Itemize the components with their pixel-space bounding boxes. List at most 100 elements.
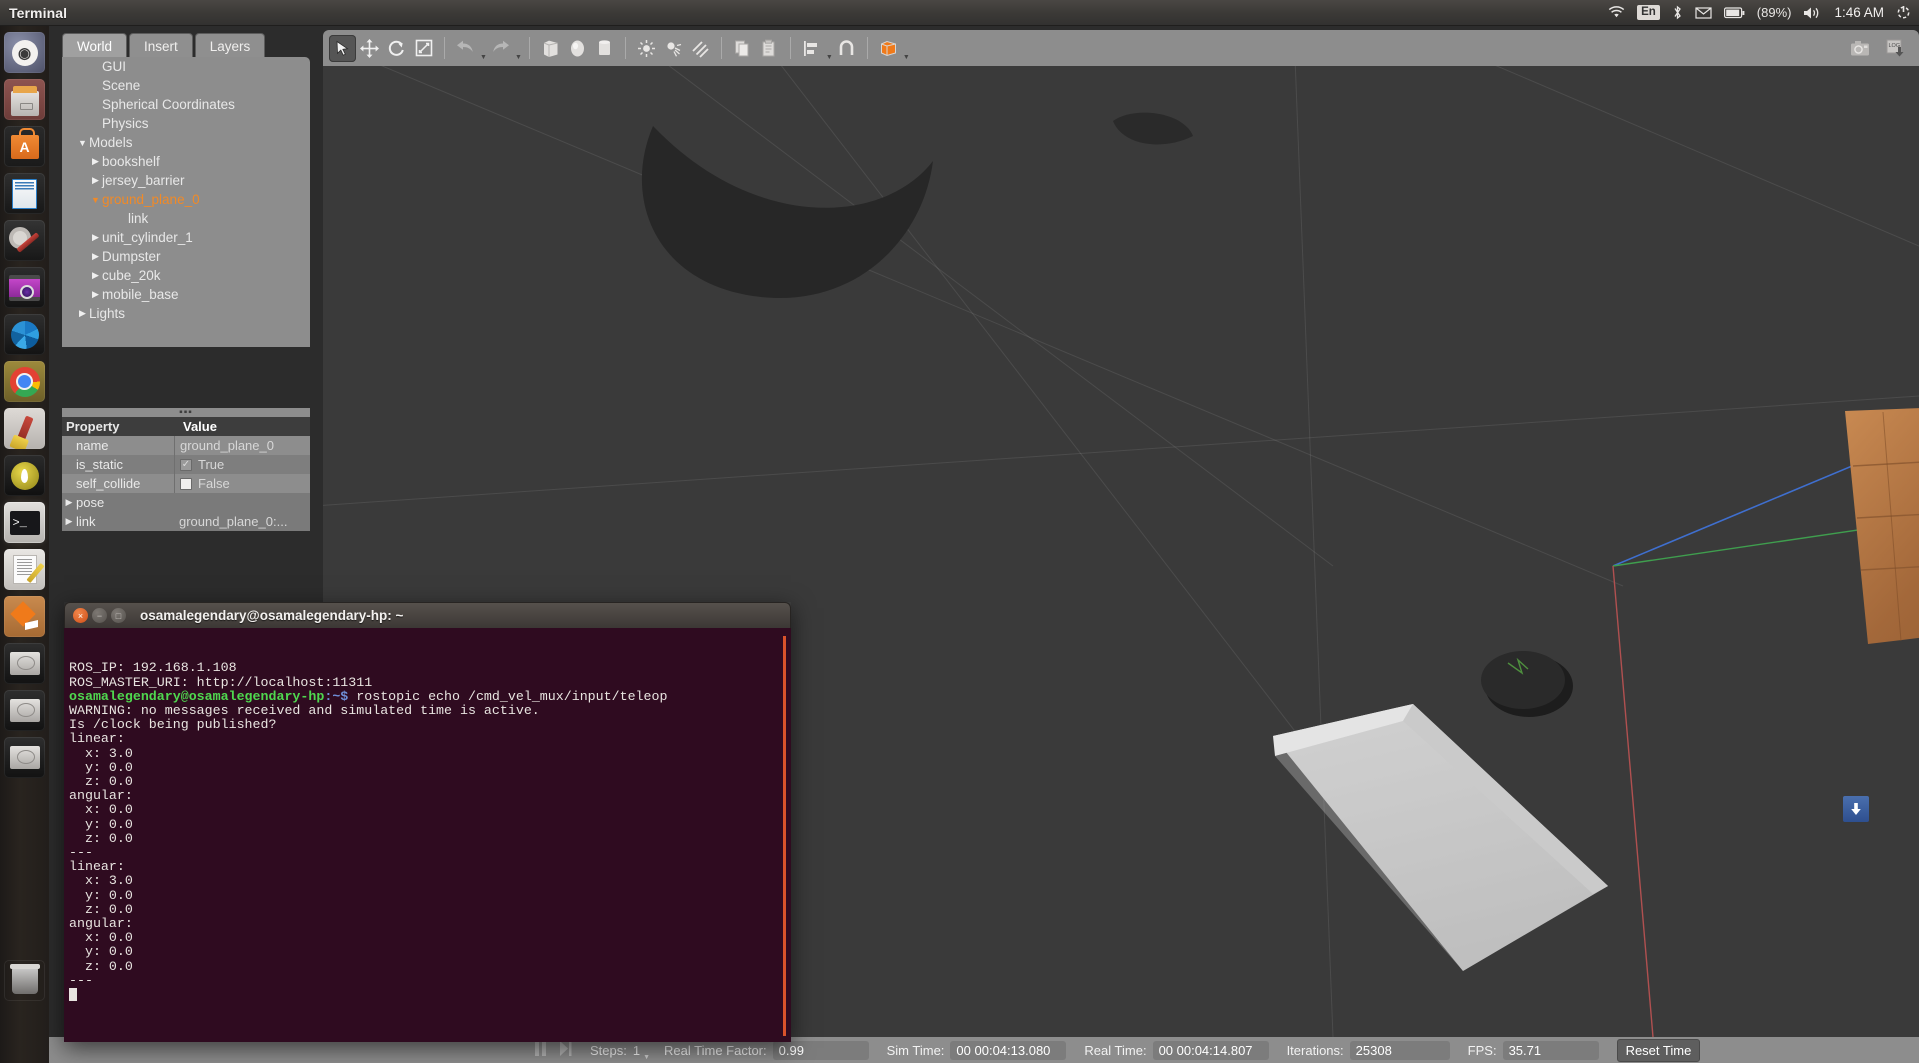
paste-icon[interactable] <box>756 35 783 62</box>
redo-history-caret-icon[interactable]: ▼ <box>515 54 522 66</box>
expand-arrow-icon[interactable]: ▶ <box>89 289 102 300</box>
launcher-item-gmount-iso[interactable] <box>4 455 45 496</box>
panel-splitter-handle[interactable]: ▪▪▪ <box>62 407 310 418</box>
tree-item-jersey-barrier[interactable]: ▶ jersey_barrier <box>62 171 310 190</box>
tree-item-physics[interactable]: Physics <box>62 114 310 133</box>
download-arrow-icon[interactable] <box>1843 796 1869 822</box>
expand-arrow-icon[interactable]: ▶ <box>89 251 102 262</box>
launcher-item-disk-1[interactable] <box>4 643 45 684</box>
undo-icon[interactable] <box>452 35 479 62</box>
collapse-arrow-icon[interactable]: ▼ <box>76 138 89 148</box>
keyboard-layout-indicator[interactable]: En <box>1637 5 1660 20</box>
copy-icon[interactable] <box>729 35 756 62</box>
checkbox-self_collide[interactable] <box>180 477 192 490</box>
steps-caret-icon[interactable]: ▼ <box>643 1054 650 1063</box>
expand-arrow-icon[interactable]: ▶ <box>62 516 76 527</box>
terminal-output[interactable]: ROS_IP: 192.168.1.108 ROS_MASTER_URI: htt… <box>64 628 791 1042</box>
terminal-titlebar[interactable]: × − □ osamalegendary@osamalegendary-hp: … <box>64 602 791 628</box>
expand-arrow-icon[interactable]: ▶ <box>89 156 102 167</box>
battery-icon[interactable] <box>1723 6 1745 19</box>
pause-icon[interactable] <box>534 1041 547 1059</box>
tree-item-models[interactable]: ▼ Models <box>62 133 310 152</box>
clock-indicator[interactable]: 1:46 AM <box>1834 5 1884 20</box>
maximize-icon[interactable]: □ <box>111 608 126 623</box>
expand-arrow-icon[interactable]: ▶ <box>89 232 102 243</box>
property-value[interactable]: ground_plane_0:... <box>174 512 310 531</box>
launcher-item-system-tools[interactable] <box>4 220 45 261</box>
launcher-item-gazebo[interactable] <box>4 596 45 637</box>
panel-app-title[interactable]: Terminal <box>9 5 67 21</box>
step-icon[interactable] <box>559 1041 572 1059</box>
launcher-item-terminal[interactable]: >_ <box>4 502 45 543</box>
insert-cylinder-icon[interactable] <box>591 35 618 62</box>
close-icon[interactable]: × <box>73 608 88 623</box>
expand-arrow-icon[interactable]: ▶ <box>89 175 102 186</box>
screenshot-icon[interactable] <box>1847 35 1874 62</box>
world-tree[interactable]: GUI Scene Spherical Coordinates Physics ▼ Mod… <box>62 57 310 347</box>
property-row[interactable]: name ground_plane_0 <box>62 436 310 455</box>
tree-item-dumpster[interactable]: ▶ Dumpster <box>62 247 310 266</box>
collapse-arrow-icon[interactable]: ▼ <box>89 195 102 205</box>
minimize-icon[interactable]: − <box>92 608 107 623</box>
launcher-item-software-center[interactable]: A <box>4 126 45 167</box>
tab-world[interactable]: World <box>62 33 128 60</box>
select-mode-icon[interactable] <box>329 34 356 62</box>
bluetooth-icon[interactable] <box>1672 5 1683 20</box>
mail-icon[interactable] <box>1695 6 1712 19</box>
directional-light-icon[interactable] <box>687 35 714 62</box>
tree-item-cube-20k[interactable]: ▶ cube_20k <box>62 266 310 285</box>
sim-control-group[interactable] <box>534 1041 572 1059</box>
log-download-icon[interactable]: LOG <box>1882 35 1909 62</box>
unity-launcher[interactable]: ◉ A >_ <box>0 26 49 1063</box>
property-value[interactable]: False <box>174 474 310 493</box>
rotate-mode-icon[interactable] <box>383 35 410 62</box>
checkbox-is_static[interactable]: ✓ <box>180 458 192 471</box>
view-color-icon[interactable] <box>875 35 902 62</box>
align-caret-icon[interactable]: ▼ <box>826 54 833 66</box>
property-row[interactable]: ▶ link ground_plane_0:... <box>62 512 310 531</box>
spot-light-icon[interactable] <box>660 35 687 62</box>
launcher-item-google-chrome[interactable] <box>4 361 45 402</box>
tree-item-gui[interactable]: GUI <box>62 57 310 76</box>
tree-item-lights[interactable]: ▶ Lights <box>62 304 310 323</box>
launcher-item-ubuntu-dash[interactable]: ◉ <box>4 32 45 73</box>
scale-mode-icon[interactable] <box>410 35 437 62</box>
tree-item-link[interactable]: link <box>62 209 310 228</box>
insert-sphere-icon[interactable] <box>564 35 591 62</box>
tab-insert[interactable]: Insert <box>129 33 193 60</box>
power-gear-icon[interactable] <box>1896 5 1911 20</box>
tree-item-unit-cylinder-1[interactable]: ▶ unit_cylinder_1 <box>62 228 310 247</box>
terminal-window[interactable]: × − □ osamalegendary@osamalegendary-hp: … <box>64 602 791 1042</box>
undo-history-caret-icon[interactable]: ▼ <box>480 54 487 66</box>
expand-arrow-icon[interactable]: ▶ <box>62 497 76 508</box>
launcher-item-text-editor[interactable] <box>4 549 45 590</box>
property-value[interactable]: ✓ True <box>174 455 310 474</box>
launcher-item-trash[interactable] <box>4 960 45 1001</box>
expand-arrow-icon[interactable]: ▶ <box>76 308 89 319</box>
translate-mode-icon[interactable] <box>356 35 383 62</box>
tree-item-spherical-coordinates[interactable]: Spherical Coordinates <box>62 95 310 114</box>
wifi-icon[interactable] <box>1608 6 1625 19</box>
snap-icon[interactable] <box>833 35 860 62</box>
redo-icon[interactable] <box>487 35 514 62</box>
terminal-scrollbar[interactable] <box>783 636 786 1036</box>
property-row[interactable]: is_static ✓ True <box>62 455 310 474</box>
expand-arrow-icon[interactable]: ▶ <box>89 270 102 281</box>
launcher-item-disk-3[interactable] <box>4 737 45 778</box>
launcher-item-files[interactable] <box>4 79 45 120</box>
property-row[interactable]: self_collide False <box>62 474 310 493</box>
launcher-item-libreoffice-writer[interactable] <box>4 173 45 214</box>
launcher-item-disk-2[interactable] <box>4 690 45 731</box>
property-value[interactable]: ground_plane_0 <box>174 436 310 455</box>
reset-time-button[interactable]: Reset Time <box>1616 1038 1701 1062</box>
volume-icon[interactable] <box>1803 6 1822 20</box>
tree-item-mobile-base[interactable]: ▶ mobile_base <box>62 285 310 304</box>
tab-layers[interactable]: Layers <box>194 33 266 60</box>
launcher-item-video-player[interactable] <box>4 267 45 308</box>
steps-value[interactable]: 1 <box>633 1043 640 1058</box>
property-table[interactable]: Property Value name ground_plane_0 is_stat… <box>62 417 310 531</box>
tree-item-scene[interactable]: Scene <box>62 76 310 95</box>
launcher-item-cleaner[interactable] <box>4 408 45 449</box>
launcher-item-shotwell[interactable] <box>4 314 45 355</box>
view-color-caret-icon[interactable]: ▼ <box>903 54 910 66</box>
